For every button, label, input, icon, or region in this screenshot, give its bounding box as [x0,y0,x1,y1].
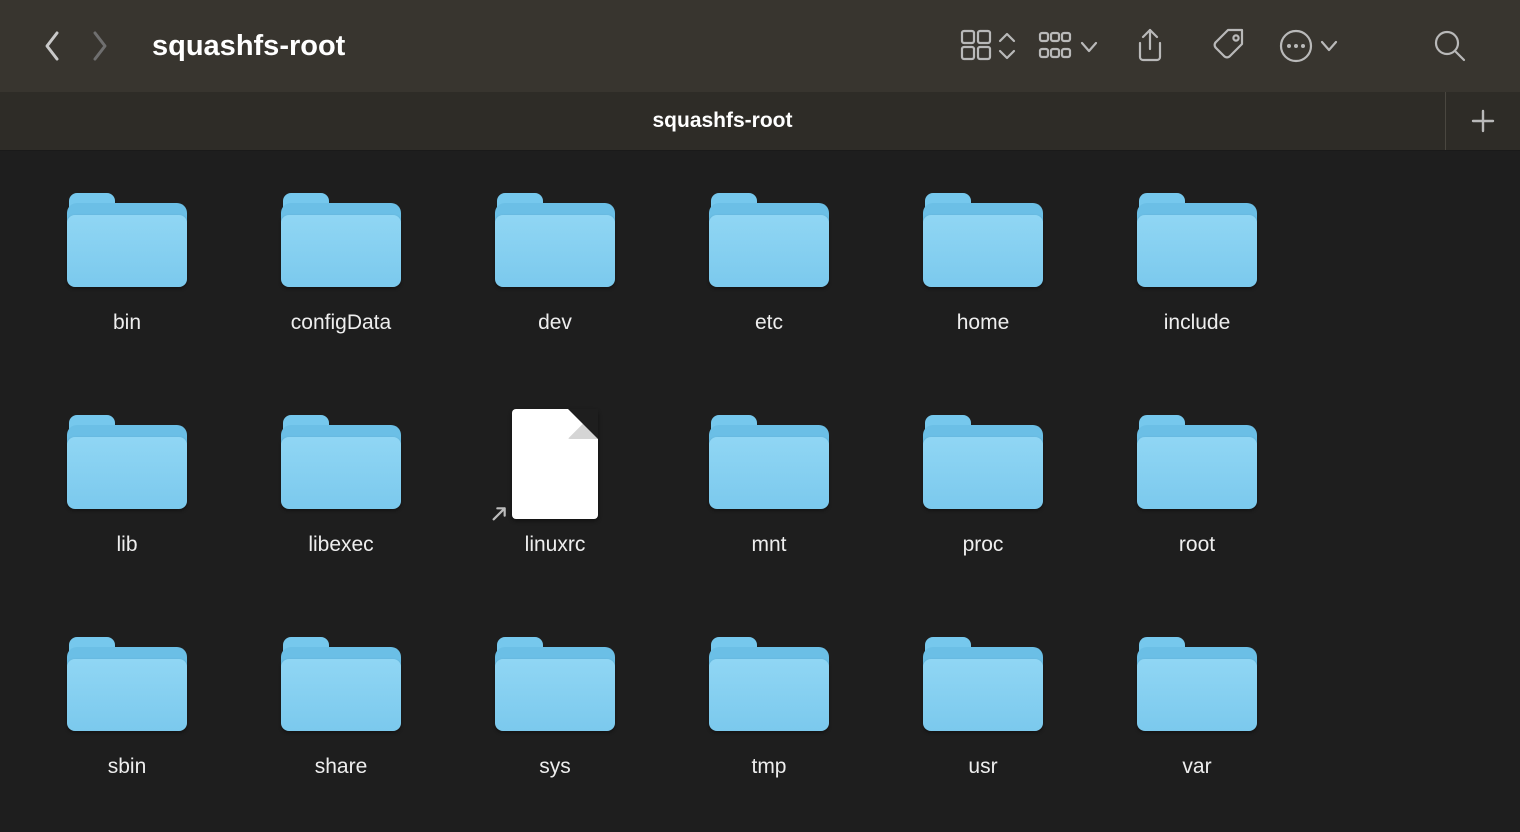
file-item[interactable]: dev [448,187,662,335]
location-title: squashfs-root [152,30,345,63]
file-item[interactable]: var [1090,631,1304,779]
forward-button[interactable] [76,29,122,63]
plus-icon [1469,107,1497,135]
share-button[interactable] [1110,0,1190,92]
file-item-label: dev [538,311,572,335]
file-item[interactable]: usr [876,631,1090,779]
file-item[interactable]: tmp [662,631,876,779]
file-item-label: include [1164,311,1231,335]
file-item[interactable]: linuxrc [448,409,662,557]
file-item[interactable]: bin [20,187,234,335]
folder-icon [63,193,191,291]
file-item-label: configData [291,311,391,335]
file-item[interactable]: include [1090,187,1304,335]
file-item-label: proc [963,533,1004,557]
file-item-label: linuxrc [525,533,586,557]
share-icon [1133,27,1167,65]
view-mode-button[interactable] [950,0,1030,92]
folder-icon [63,637,191,735]
file-item[interactable]: sys [448,631,662,779]
folder-icon [705,415,833,513]
tab-title: squashfs-root [652,109,792,133]
file-item[interactable]: share [234,631,448,779]
file-item[interactable]: sbin [20,631,234,779]
file-icon [512,409,598,519]
folder-icon [277,637,405,735]
file-item[interactable]: root [1090,409,1304,557]
file-item-label: mnt [751,533,786,557]
file-item-label: home [957,311,1010,335]
chevron-right-icon [89,29,109,63]
folder-icon [491,193,619,291]
folder-icon [919,637,1047,735]
file-item[interactable]: etc [662,187,876,335]
file-item[interactable]: mnt [662,409,876,557]
file-item-label: lib [116,533,137,557]
file-item-label: bin [113,311,141,335]
tag-icon [1211,27,1249,65]
file-item[interactable]: configData [234,187,448,335]
chevron-left-icon [43,29,63,63]
icon-view: bin configData dev etc home include lib libexec… [0,151,1520,832]
file-item[interactable]: libexec [234,409,448,557]
folder-icon [491,637,619,735]
ellipsis-circle-icon [1278,28,1342,64]
new-tab-button[interactable] [1445,92,1520,150]
grid-view-icon [960,29,1020,63]
file-item[interactable]: lib [20,409,234,557]
folder-icon [919,193,1047,291]
folder-icon [919,415,1047,513]
folder-icon [277,193,405,291]
file-item-label: libexec [308,533,373,557]
back-button[interactable] [30,29,76,63]
folder-icon [1133,193,1261,291]
toolbar: squashfs-root [0,0,1520,92]
file-item-label: var [1182,755,1211,779]
action-menu-button[interactable] [1270,0,1350,92]
tab-bar: squashfs-root [0,92,1520,151]
file-item-label: root [1179,533,1215,557]
folder-icon [705,637,833,735]
file-item-label: sys [539,755,571,779]
alias-arrow-icon [490,501,512,523]
tags-button[interactable] [1190,0,1270,92]
folder-icon [63,415,191,513]
file-item-label: tmp [751,755,786,779]
search-icon [1432,28,1468,64]
file-item-label: sbin [108,755,147,779]
folder-icon [277,415,405,513]
file-item-label: etc [755,311,783,335]
group-icon [1038,29,1102,63]
file-item-label: share [315,755,368,779]
folder-icon [1133,637,1261,735]
folder-icon [1133,415,1261,513]
group-button[interactable] [1030,0,1110,92]
file-item[interactable]: home [876,187,1090,335]
search-button[interactable] [1410,0,1490,92]
file-item-label: usr [968,755,997,779]
folder-icon [705,193,833,291]
file-item[interactable]: proc [876,409,1090,557]
tab-current[interactable]: squashfs-root [0,92,1445,150]
